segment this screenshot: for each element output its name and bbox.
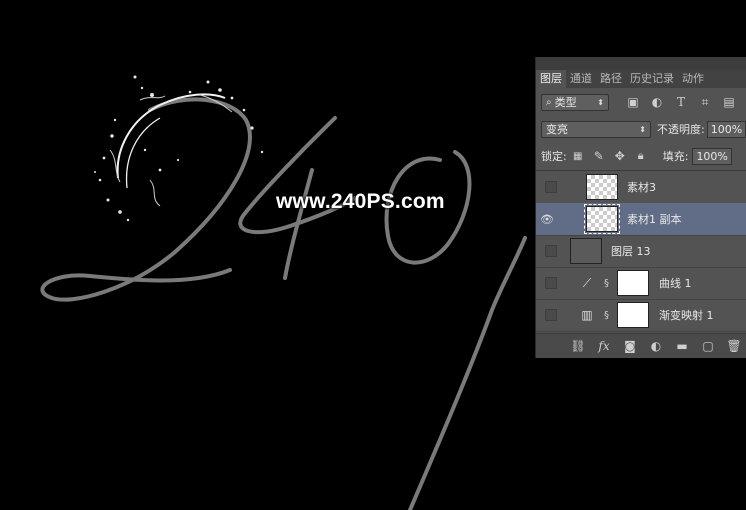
- fill-input[interactable]: 100%: [692, 147, 732, 165]
- mask-icon[interactable]: ◙: [617, 336, 643, 356]
- tab-history[interactable]: 历史记录: [626, 70, 678, 88]
- chevron-updown-icon: ⬍: [639, 124, 646, 134]
- link-icon[interactable]: ⛓︎: [565, 336, 591, 356]
- link-icon[interactable]: §: [604, 278, 609, 289]
- lock-paint-icon[interactable]: ✎: [591, 148, 607, 164]
- layer-name: 素材3: [627, 181, 656, 194]
- layer-row[interactable]: ⟋ § 曲线 1: [536, 267, 746, 300]
- link-icon[interactable]: §: [604, 310, 609, 321]
- chevron-updown-icon: ⬍: [597, 97, 604, 107]
- curves-icon: ⟋: [582, 275, 592, 290]
- trash-icon[interactable]: 🗑︎: [721, 336, 746, 356]
- eye-icon[interactable]: 👁︎: [540, 212, 554, 226]
- lock-row: 锁定: ▦ ✎ ✥ 🔒︎ 填充: 100%: [536, 146, 746, 166]
- layer-name: 渐变映射 1: [659, 309, 714, 322]
- image-filter-icon[interactable]: ▣: [625, 94, 641, 110]
- layer-row[interactable]: 图层 13: [536, 235, 746, 268]
- lock-label: 锁定:: [541, 150, 567, 163]
- visibility-toggle[interactable]: [545, 277, 557, 289]
- panel-header-bar[interactable]: [536, 58, 746, 70]
- visibility-toggle[interactable]: [545, 181, 557, 193]
- layers-panel: 图层 通道 路径 历史记录 动作 ⌕ 类型 ⬍ ▣ ◐ T ⌗ ▤ 变亮 ⬍ 不…: [535, 57, 746, 358]
- layer-mask-thumbnail: [617, 302, 649, 328]
- folder-icon[interactable]: ▬: [669, 336, 695, 356]
- blend-mode-select[interactable]: 变亮 ⬍: [541, 120, 651, 138]
- new-layer-icon[interactable]: ▢: [695, 336, 721, 356]
- layer-thumbnail: [584, 204, 620, 234]
- tab-paths[interactable]: 路径: [596, 70, 626, 88]
- layer-thumbnail: [570, 238, 602, 264]
- layer-thumbnail: [586, 174, 618, 200]
- smart-object-filter-icon[interactable]: ▤: [721, 94, 737, 110]
- visibility-toggle[interactable]: [545, 245, 557, 257]
- tab-actions[interactable]: 动作: [678, 70, 708, 88]
- opacity-input[interactable]: 100%: [706, 120, 746, 138]
- fill-label: 填充:: [662, 150, 689, 163]
- filter-type-select[interactable]: ⌕ 类型 ⬍: [541, 93, 609, 111]
- lock-all-icon[interactable]: 🔒︎: [633, 148, 649, 164]
- blend-row: 变亮 ⬍ 不透明度: 100%: [536, 118, 746, 140]
- lock-position-icon[interactable]: ✥: [612, 148, 628, 164]
- layer-name: 图层 13: [611, 245, 651, 258]
- panel-tabs: 图层 通道 路径 历史记录 动作: [536, 70, 746, 88]
- adjustment-filter-icon[interactable]: ◐: [649, 94, 665, 110]
- gradient-map-icon: ▥: [581, 308, 593, 322]
- watermark-text: www.240PS.com: [276, 190, 445, 213]
- lock-transparency-icon[interactable]: ▦: [570, 148, 586, 164]
- adjustment-layer-icon[interactable]: ◐: [643, 336, 669, 356]
- layer-row[interactable]: ▥ § 渐变映射 1: [536, 299, 746, 332]
- script-stroke-tail: [408, 236, 527, 510]
- layer-row[interactable]: 👁︎ 素材1 副本: [536, 203, 746, 236]
- search-icon: ⌕: [546, 96, 552, 108]
- filter-type-label: 类型: [554, 96, 577, 109]
- layer-row[interactable]: 素材3: [536, 171, 746, 204]
- text-filter-icon[interactable]: T: [673, 94, 689, 110]
- tab-layers[interactable]: 图层: [536, 70, 566, 88]
- opacity-label: 不透明度:: [657, 123, 705, 136]
- shape-filter-icon[interactable]: ⌗: [697, 94, 713, 110]
- filter-row: ⌕ 类型 ⬍ ▣ ◐ T ⌗ ▤: [536, 91, 746, 113]
- layer-name: 素材1 副本: [627, 213, 682, 226]
- fx-icon[interactable]: fx: [591, 336, 617, 356]
- tab-channels[interactable]: 通道: [566, 70, 596, 88]
- visibility-toggle[interactable]: [545, 309, 557, 321]
- layer-mask-thumbnail: [617, 270, 649, 296]
- panel-footer: ⛓︎ fx ◙ ◐ ▬ ▢ 🗑︎: [536, 333, 746, 358]
- layer-name: 曲线 1: [659, 277, 692, 290]
- blend-mode-label: 变亮: [546, 123, 568, 136]
- layers-list: 素材3 👁︎ 素材1 副本 图层 13 ⟋ § 曲线 1 ▥ § 渐变映射 1: [536, 170, 746, 334]
- water-splash-arc: [116, 93, 226, 179]
